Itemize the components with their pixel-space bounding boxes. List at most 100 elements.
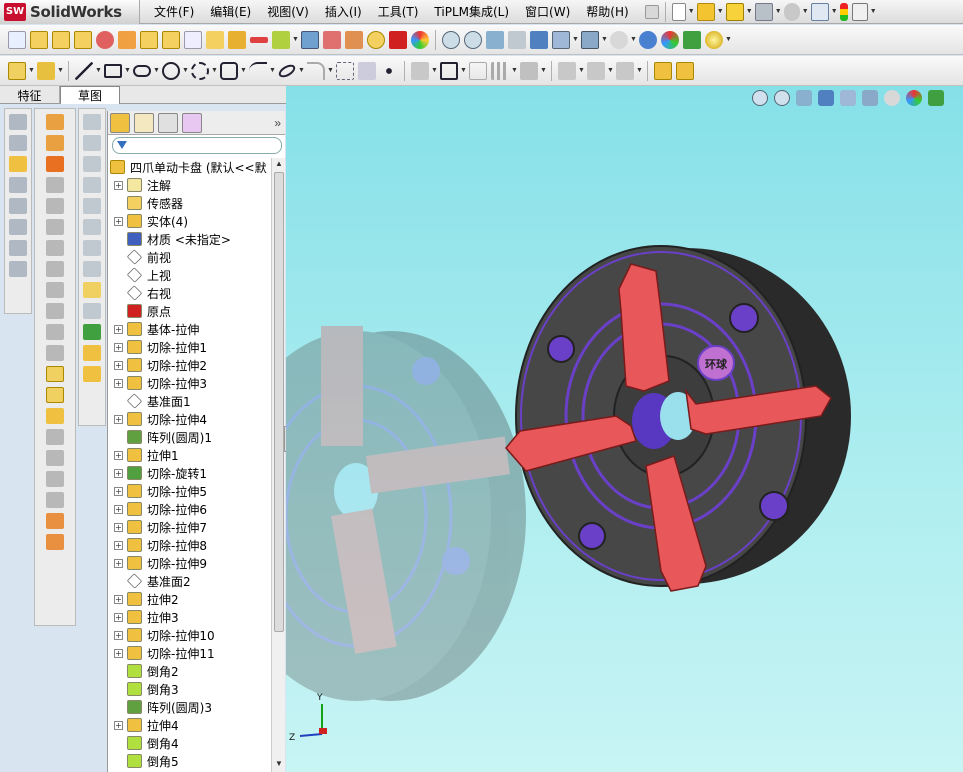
tree-item[interactable]: + 切除-拉伸9 xyxy=(108,554,272,572)
flex-icon[interactable] xyxy=(46,492,64,508)
revolved-boss-icon[interactable] xyxy=(46,135,64,151)
menu-edit[interactable]: 编辑(E) xyxy=(202,3,259,20)
trim-entities-icon[interactable] xyxy=(411,61,429,80)
geometric-tolerance-icon[interactable] xyxy=(140,30,158,49)
display-relations-icon[interactable] xyxy=(558,61,576,80)
mirror-icon[interactable] xyxy=(46,450,64,466)
rectangle-icon[interactable] xyxy=(104,63,122,78)
reference-axis-icon[interactable] xyxy=(83,135,101,151)
dimxpert-manager-tab[interactable] xyxy=(182,112,202,133)
helix-icon[interactable] xyxy=(83,261,101,277)
tree-item[interactable]: 阵列(圆周)1 xyxy=(108,428,272,446)
spell-check-icon[interactable] xyxy=(8,30,26,49)
tree-root[interactable]: 四爪单动卡盘 (默认<<默 xyxy=(108,158,272,176)
intersect-icon[interactable] xyxy=(46,471,64,487)
chevron-down-icon[interactable]: ▼ xyxy=(725,36,732,43)
freeform-icon[interactable] xyxy=(46,513,64,529)
scroll-down-arrow-icon[interactable]: ▼ xyxy=(273,759,285,771)
spline-icon[interactable] xyxy=(249,61,267,80)
chevron-down-icon[interactable]: ▼ xyxy=(269,67,276,74)
convert-entities-icon[interactable] xyxy=(440,61,458,80)
chevron-down-icon[interactable]: ▼ xyxy=(460,67,467,74)
repair-sketch-icon[interactable] xyxy=(587,61,605,80)
reference-tool-icon[interactable] xyxy=(9,240,27,256)
expand-icon[interactable]: + xyxy=(114,342,123,352)
graphics-viewport[interactable]: 环球 Y Z xyxy=(286,86,963,772)
chevron-down-icon[interactable]: ▼ xyxy=(607,67,614,74)
smart-dimension-icon[interactable] xyxy=(37,61,55,80)
chevron-down-icon[interactable]: ▼ xyxy=(601,36,608,43)
scene-icon[interactable] xyxy=(683,30,701,49)
tree-scrollbar[interactable]: ▲ ▼ xyxy=(271,158,285,772)
expand-icon[interactable]: + xyxy=(114,414,123,424)
tree-filter-input[interactable] xyxy=(112,136,282,154)
chevron-down-icon[interactable]: ▼ xyxy=(802,8,809,15)
tab-features[interactable]: 特征 xyxy=(0,86,60,104)
tree-item[interactable]: 倒角4 xyxy=(108,734,272,752)
new-document-icon[interactable] xyxy=(671,2,686,21)
wrap-icon[interactable] xyxy=(46,408,64,424)
tree-item[interactable]: + 基体-拉伸 xyxy=(108,320,272,338)
tree-item[interactable]: + 切除-拉伸6 xyxy=(108,500,272,518)
select-arrow-icon[interactable] xyxy=(810,2,829,21)
fillet-sketch-icon[interactable] xyxy=(307,61,325,80)
expand-icon[interactable]: + xyxy=(114,522,123,532)
color-wheel-icon[interactable] xyxy=(411,30,429,49)
chevron-down-icon[interactable]: ▼ xyxy=(775,8,782,15)
expand-icon[interactable]: + xyxy=(114,720,123,730)
chevron-down-icon[interactable]: ▼ xyxy=(431,67,438,74)
chevron-down-icon[interactable]: ▼ xyxy=(298,67,305,74)
tree-item[interactable]: + 拉伸2 xyxy=(108,590,272,608)
expand-icon[interactable]: + xyxy=(114,216,123,226)
projected-curve-icon[interactable] xyxy=(83,240,101,256)
tree-item[interactable]: 基准面2 xyxy=(108,572,272,590)
expand-icon[interactable]: + xyxy=(114,378,123,388)
shell-icon[interactable] xyxy=(46,366,64,382)
tree-item[interactable]: + 切除-旋转1 xyxy=(108,464,272,482)
line-icon[interactable] xyxy=(75,61,93,80)
scroll-thumb[interactable] xyxy=(274,172,284,632)
tab-sketch[interactable]: 草图 xyxy=(60,86,120,104)
chevron-down-icon[interactable]: ▼ xyxy=(95,67,102,74)
tree-item[interactable]: 材质 <未指定> xyxy=(108,230,272,248)
ellipse-icon[interactable] xyxy=(276,61,298,80)
magnet-icon[interactable] xyxy=(345,30,363,49)
tree-item[interactable]: + 切除-拉伸7 xyxy=(108,518,272,536)
split-line-icon[interactable] xyxy=(83,219,101,235)
dome-icon[interactable] xyxy=(46,429,64,445)
composite-curve-icon[interactable] xyxy=(83,282,101,298)
tree-item[interactable]: 基准面1 xyxy=(108,392,272,410)
cosmetic-thread-icon[interactable] xyxy=(272,30,290,49)
menu-help[interactable]: 帮助(H) xyxy=(578,3,636,20)
tree-item[interactable]: 前视 xyxy=(108,248,272,266)
tree-item[interactable]: 右视 xyxy=(108,284,272,302)
tree-item[interactable]: + 拉伸4 xyxy=(108,716,272,734)
fillet-icon[interactable] xyxy=(46,324,64,340)
datum-feature-icon[interactable] xyxy=(162,30,180,49)
dimension-tool-icon[interactable] xyxy=(9,156,27,172)
warning-icon[interactable] xyxy=(725,2,744,21)
tree-item[interactable]: 阵列(圆周)3 xyxy=(108,698,272,716)
menu-tiplm[interactable]: TiPLM集成(L) xyxy=(426,3,517,20)
tree-item[interactable]: + 切除-拉伸4 xyxy=(108,410,272,428)
tree-item[interactable]: 上视 xyxy=(108,266,272,284)
polygon-icon[interactable] xyxy=(220,61,238,80)
revision-icon[interactable] xyxy=(323,30,341,49)
chevron-down-icon[interactable]: ▼ xyxy=(831,8,838,15)
mate-reference-icon[interactable] xyxy=(83,198,101,214)
realview-icon[interactable] xyxy=(705,30,723,49)
tree-item[interactable]: + 切除-拉伸1 xyxy=(108,338,272,356)
property-manager-tab[interactable] xyxy=(134,112,154,133)
dimension-xpert-icon[interactable] xyxy=(206,30,224,49)
text-icon[interactable] xyxy=(358,61,376,80)
construction-geometry-icon[interactable] xyxy=(336,61,354,80)
check-icon[interactable] xyxy=(367,30,385,49)
chevron-down-icon[interactable]: ▼ xyxy=(240,67,247,74)
chevron-down-icon[interactable]: ▼ xyxy=(182,67,189,74)
reference-plane-icon[interactable] xyxy=(83,114,101,130)
tree-item[interactable]: + 切除-拉伸10 xyxy=(108,626,272,644)
tree-item[interactable]: + 切除-拉伸2 xyxy=(108,356,272,374)
tree-item[interactable]: + 切除-拉伸3 xyxy=(108,374,272,392)
chevron-down-icon[interactable]: ▼ xyxy=(124,67,131,74)
expand-icon[interactable]: + xyxy=(114,468,123,478)
